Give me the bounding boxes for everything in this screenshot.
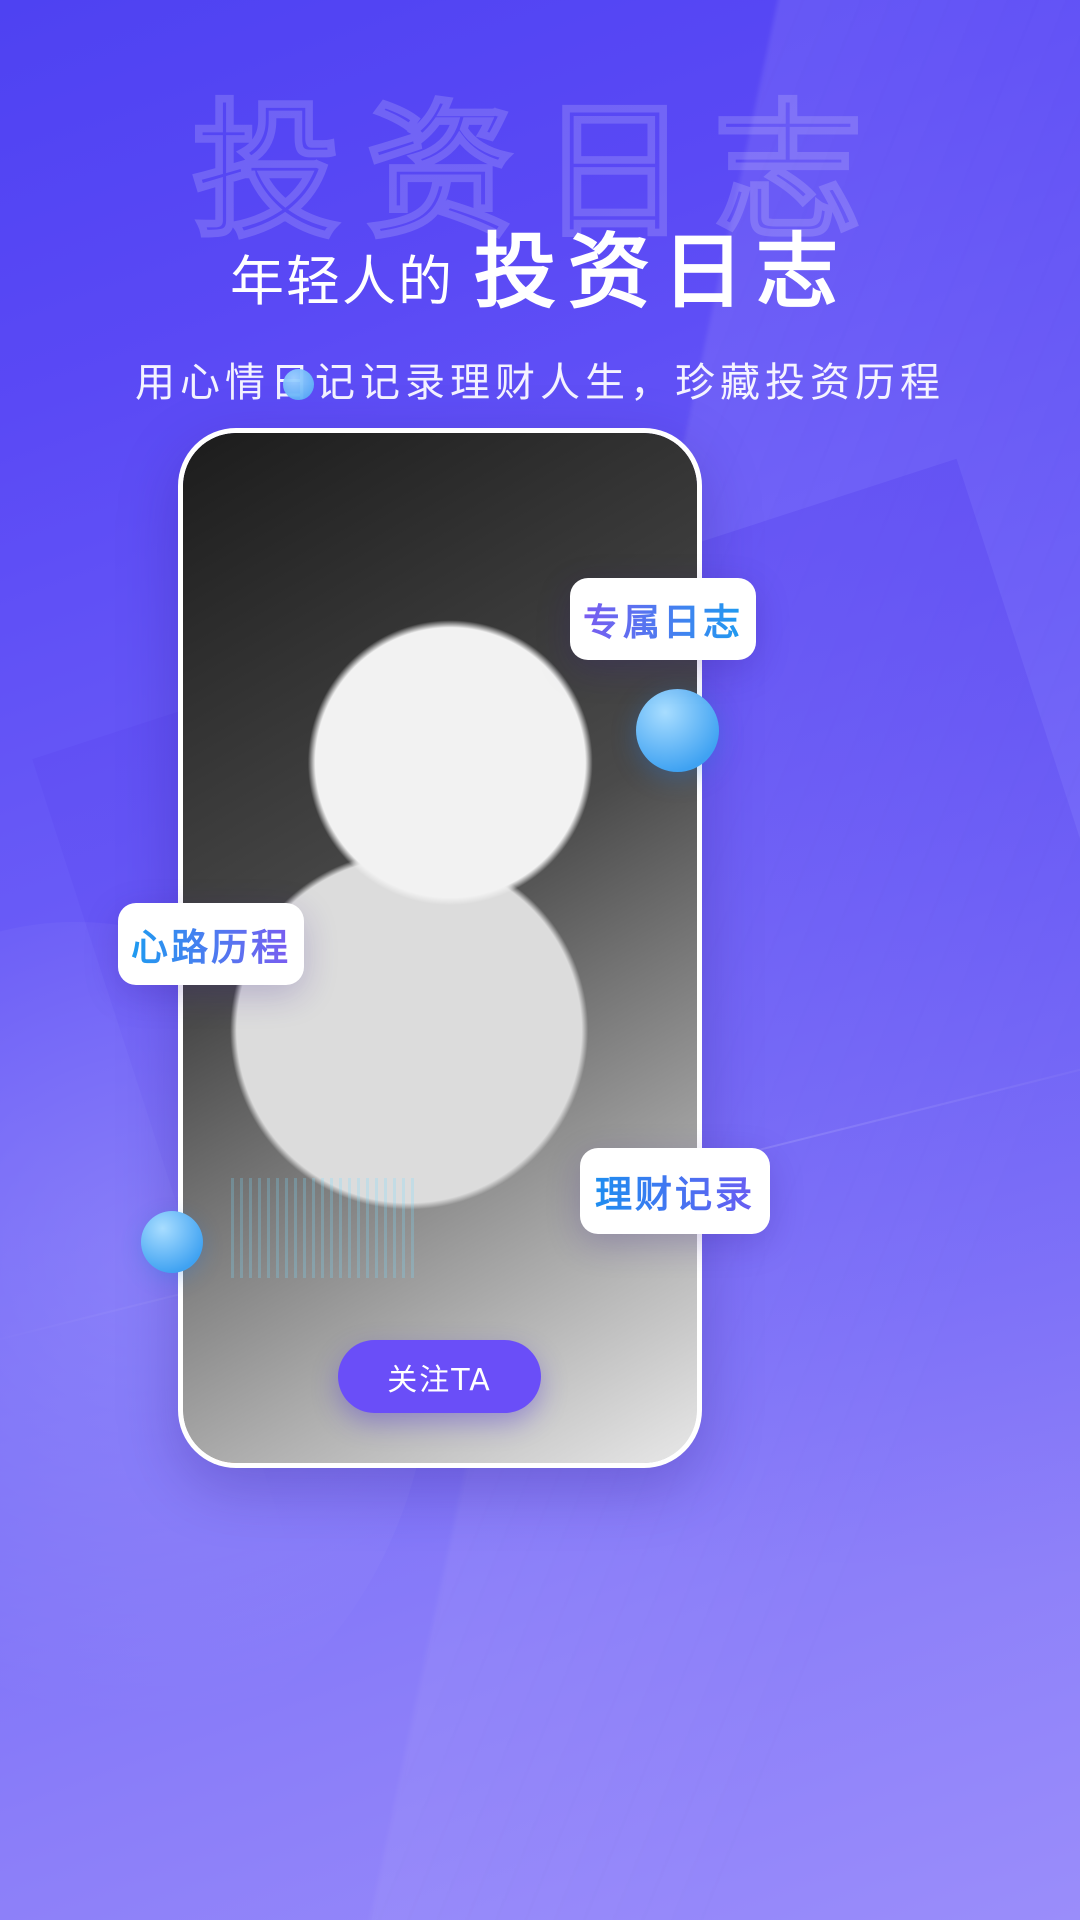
feature-badge-exclusive-journal: 专属日志 [570, 578, 756, 660]
badge-label: 理财记录 [595, 1164, 755, 1218]
follow-button[interactable]: 关注TA [338, 1340, 541, 1413]
badge-label: 专属日志 [583, 592, 743, 646]
feature-badge-finance-record: 理财记录 [580, 1148, 770, 1234]
page-title: 投资日志 [473, 225, 850, 320]
hero-subtitle: 用心情日记记录理财人生，珍藏投资历程 [135, 360, 945, 406]
decorative-bubble-large [141, 1211, 203, 1273]
badge-label: 心路历程 [131, 917, 291, 971]
decorative-bubble-medium [636, 689, 719, 772]
hero-text-block: 年轻人的 投资日志 用心情日记记录理财人生，珍藏投资历程 [0, 205, 1080, 408]
hero-prefix: 年轻人的 [229, 250, 454, 313]
feature-badge-mind-journey: 心路历程 [118, 903, 304, 985]
decorative-bubble-small [283, 369, 314, 400]
